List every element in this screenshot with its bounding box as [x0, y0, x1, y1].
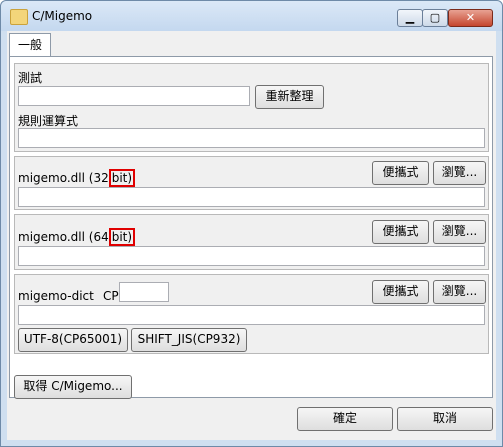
dll32-portable-button[interactable]: 便攜式 — [372, 161, 429, 185]
regex-label: 規則運算式 — [18, 114, 79, 128]
dll64-bit-highlight: bit) — [108, 228, 136, 246]
dll64-label: migemo.dll (64 bit) — [18, 228, 136, 246]
dll32-path-field[interactable] — [18, 187, 485, 207]
close-button[interactable]: ✕ — [448, 9, 493, 27]
window: C/Migemo ▁ ▢ ✕ 一般 測試 重新整理 規則運算式 migemo.d… — [0, 0, 503, 447]
minimize-button[interactable]: ▁ — [397, 9, 423, 27]
dll64-browse-button[interactable]: 瀏覽... — [433, 220, 486, 244]
dict-portable-button[interactable]: 便攜式 — [372, 280, 429, 304]
test-section: 測試 重新整理 規則運算式 — [14, 63, 489, 152]
dll32-bit-highlight: bit) — [108, 169, 136, 187]
dict-browse-button[interactable]: 瀏覽... — [433, 280, 486, 304]
utf8-button[interactable]: UTF-8(CP65001) — [18, 328, 128, 352]
sjis-button[interactable]: SHIFT_JIS(CP932) — [131, 328, 247, 352]
tab-general[interactable]: 一般 — [9, 33, 51, 57]
regex-field[interactable] — [18, 128, 485, 148]
dict-path-field[interactable] — [18, 305, 485, 325]
rebuild-button[interactable]: 重新整理 — [255, 85, 324, 109]
dll32-section: migemo.dll (32 bit) 便攜式 瀏覽... — [14, 156, 489, 210]
cp-input[interactable] — [119, 282, 169, 302]
dll64-section: migemo.dll (64 bit) 便攜式 瀏覽... — [14, 214, 489, 270]
tab-panel-general: 測試 重新整理 規則運算式 migemo.dll (32 bit) 便攜式 瀏覽.… — [9, 56, 493, 399]
window-title: C/Migemo — [32, 9, 93, 23]
dll64-path-field[interactable] — [18, 246, 485, 266]
dll32-label: migemo.dll (32 bit) — [18, 169, 136, 187]
folder-app-icon — [10, 9, 28, 25]
dll32-browse-button[interactable]: 瀏覽... — [433, 161, 486, 185]
test-input[interactable] — [18, 86, 250, 106]
maximize-button[interactable]: ▢ — [422, 9, 448, 27]
dict-label: migemo-dict — [18, 289, 94, 303]
get-cmigemo-button[interactable]: 取得 C/Migemo... — [14, 375, 132, 399]
cancel-button[interactable]: 取消 — [397, 407, 493, 431]
cp-label: CP — [103, 289, 119, 303]
dict-section: migemo-dict CP 便攜式 瀏覽... UTF-8(CP65001) … — [14, 274, 489, 354]
title-bar[interactable]: C/Migemo ▁ ▢ ✕ — [1, 1, 502, 31]
dll64-portable-button[interactable]: 便攜式 — [372, 220, 429, 244]
dialog-client: 一般 測試 重新整理 規則運算式 migemo.dll (32 bit) 便攜式 … — [7, 31, 496, 440]
test-label: 測試 — [18, 71, 43, 85]
ok-button[interactable]: 確定 — [297, 407, 393, 431]
